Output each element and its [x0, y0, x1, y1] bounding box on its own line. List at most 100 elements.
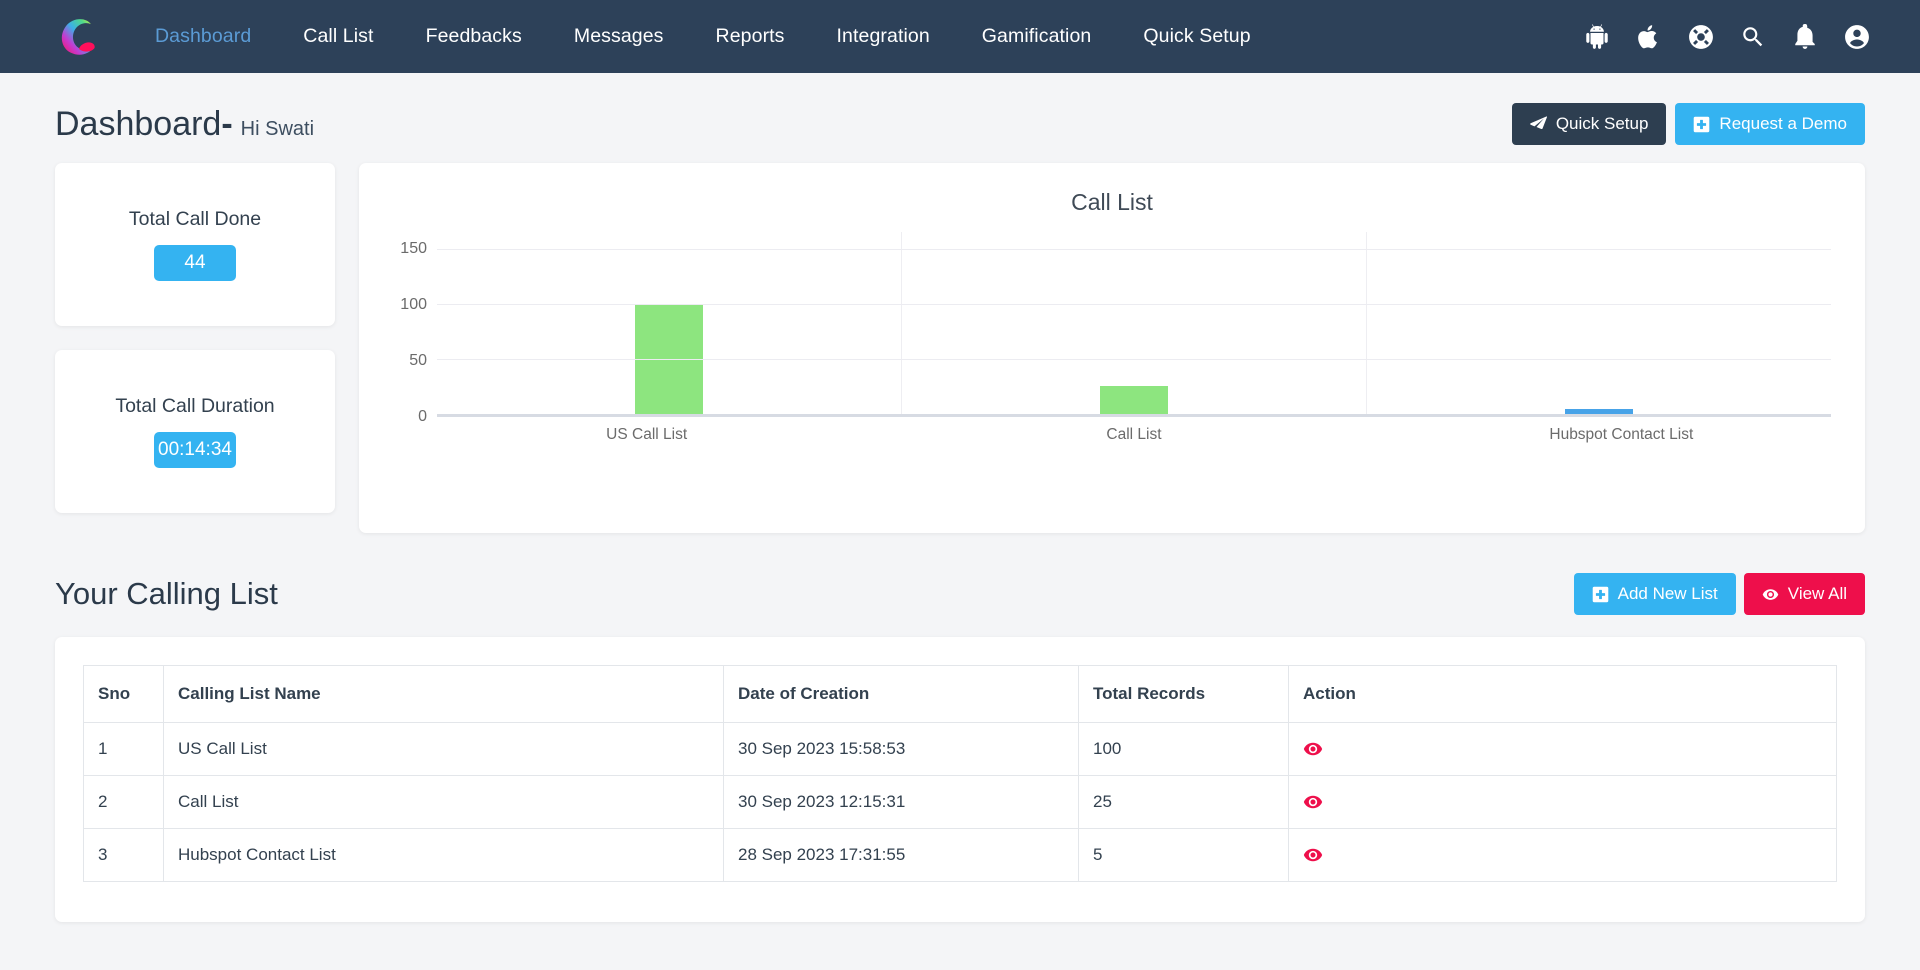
stat-card-total-call-done: Total Call Done 44	[55, 163, 335, 326]
call-list-chart-card: Call List 050100150 US Call ListCall Lis…	[359, 163, 1865, 533]
calling-list-table-card: Sno Calling List Name Date of Creation T…	[55, 637, 1865, 922]
android-icon[interactable]	[1584, 24, 1610, 50]
plus-square-icon	[1592, 586, 1609, 603]
cell-total: 5	[1079, 829, 1289, 882]
request-demo-button[interactable]: Request a Demo	[1675, 103, 1865, 145]
chart-gridline	[437, 359, 1831, 360]
page-header: Dashboard-Hi Swati Quick Setup Request a…	[55, 73, 1865, 163]
quick-setup-button[interactable]: Quick Setup	[1512, 103, 1667, 145]
callhub-logo[interactable]	[55, 14, 101, 60]
view-all-button[interactable]: View All	[1744, 573, 1865, 615]
user-circle-icon[interactable]	[1844, 24, 1870, 50]
header-button-group: Quick Setup Request a Demo	[1512, 103, 1865, 145]
y-axis-tick-label: 150	[400, 240, 427, 258]
cell-date: 30 Sep 2023 15:58:53	[724, 723, 1079, 776]
cell-sno: 1	[84, 723, 164, 776]
paper-plane-icon	[1530, 116, 1547, 133]
nav-link-integration[interactable]: Integration	[811, 25, 956, 48]
cell-action	[1289, 776, 1837, 829]
chart-y-axis: 050100150	[393, 232, 435, 417]
chart-bar[interactable]	[1565, 409, 1633, 415]
nav-link-messages[interactable]: Messages	[548, 25, 690, 48]
add-new-list-button[interactable]: Add New List	[1574, 573, 1736, 615]
table-row: 2Call List30 Sep 2023 12:15:3125	[84, 776, 1837, 829]
chart-x-axis-labels: US Call ListCall ListHubspot Contact Lis…	[403, 426, 1865, 444]
y-axis-tick-label: 100	[400, 296, 427, 314]
cell-date: 28 Sep 2023 17:31:55	[724, 829, 1079, 882]
nav-icon-group	[1584, 24, 1892, 50]
column-header-action: Action	[1289, 666, 1837, 723]
plus-square-icon	[1693, 116, 1710, 133]
stat-label: Total Call Duration	[115, 395, 274, 418]
stat-card-total-call-duration: Total Call Duration 00:14:34	[55, 350, 335, 513]
chart-bar-slot	[902, 232, 1367, 414]
column-header-sno: Sno	[84, 666, 164, 723]
y-axis-tick-label: 0	[418, 408, 427, 426]
stat-value-badge: 00:14:34	[154, 432, 236, 468]
nav-link-dashboard[interactable]: Dashboard	[129, 25, 277, 48]
cell-sno: 2	[84, 776, 164, 829]
chart-gridline	[437, 304, 1831, 305]
view-list-button[interactable]	[1303, 845, 1323, 865]
cell-total: 25	[1079, 776, 1289, 829]
cell-sno: 3	[84, 829, 164, 882]
view-all-button-label: View All	[1788, 584, 1847, 604]
table-body: 1US Call List30 Sep 2023 15:58:531002Cal…	[84, 723, 1837, 882]
cell-name: Call List	[164, 776, 724, 829]
eye-icon	[1762, 586, 1779, 603]
calling-list-table: Sno Calling List Name Date of Creation T…	[83, 665, 1837, 882]
table-head: Sno Calling List Name Date of Creation T…	[84, 666, 1837, 723]
table-header-row: Sno Calling List Name Date of Creation T…	[84, 666, 1837, 723]
chart-plot-area: 050100150	[393, 232, 1831, 417]
nav-link-reports[interactable]: Reports	[690, 25, 811, 48]
eye-icon	[1303, 792, 1323, 812]
eye-icon	[1303, 739, 1323, 759]
chart-title: Call List	[393, 189, 1831, 216]
table-row: 1US Call List30 Sep 2023 15:58:53100	[84, 723, 1837, 776]
stat-label: Total Call Done	[129, 208, 261, 231]
top-navbar: Dashboard Call List Feedbacks Messages R…	[0, 0, 1920, 73]
table-row: 3Hubspot Contact List28 Sep 2023 17:31:5…	[84, 829, 1837, 882]
quick-setup-button-label: Quick Setup	[1556, 114, 1649, 134]
nav-link-feedbacks[interactable]: Feedbacks	[400, 25, 548, 48]
calling-list-title: Your Calling List	[55, 576, 278, 612]
page-title: Dashboard-Hi Swati	[55, 105, 314, 144]
cell-action	[1289, 723, 1837, 776]
request-demo-button-label: Request a Demo	[1719, 114, 1847, 134]
column-header-total: Total Records	[1079, 666, 1289, 723]
page-title-text: Dashboard	[55, 105, 221, 143]
view-list-button[interactable]	[1303, 739, 1323, 759]
column-header-date: Date of Creation	[724, 666, 1079, 723]
cell-total: 100	[1079, 723, 1289, 776]
x-axis-tick-label: Hubspot Contact List	[1378, 426, 1865, 444]
cell-name: US Call List	[164, 723, 724, 776]
life-ring-icon[interactable]	[1688, 24, 1714, 50]
view-list-button[interactable]	[1303, 792, 1323, 812]
search-icon[interactable]	[1740, 24, 1766, 50]
calling-list-button-group: Add New List View All	[1574, 573, 1865, 615]
nav-link-quick-setup[interactable]: Quick Setup	[1117, 25, 1276, 48]
chart-grid-area	[437, 232, 1831, 417]
stat-value-badge: 44	[154, 245, 236, 281]
apple-icon[interactable]	[1636, 24, 1662, 50]
calling-list-header: Your Calling List Add New List View All	[55, 533, 1865, 637]
chart-bar-slot	[437, 232, 902, 414]
chart-bar[interactable]	[1100, 386, 1168, 414]
cell-date: 30 Sep 2023 12:15:31	[724, 776, 1079, 829]
nav-links: Dashboard Call List Feedbacks Messages R…	[129, 0, 1277, 73]
nav-link-gamification[interactable]: Gamification	[956, 25, 1118, 48]
x-axis-tick-label: US Call List	[403, 426, 890, 444]
page-title-dash: -	[221, 105, 232, 143]
column-header-name: Calling List Name	[164, 666, 724, 723]
cell-name: Hubspot Contact List	[164, 829, 724, 882]
chart-bar-slot	[1367, 232, 1831, 414]
x-axis-tick-label: Call List	[890, 426, 1377, 444]
chart-bars	[437, 232, 1831, 414]
chart-gridline	[437, 249, 1831, 250]
page-greeting: Hi Swati	[241, 118, 314, 140]
nav-link-call-list[interactable]: Call List	[277, 25, 399, 48]
y-axis-tick-label: 50	[409, 352, 427, 370]
eye-icon	[1303, 845, 1323, 865]
bell-icon[interactable]	[1792, 24, 1818, 50]
logo-icon	[55, 14, 101, 60]
